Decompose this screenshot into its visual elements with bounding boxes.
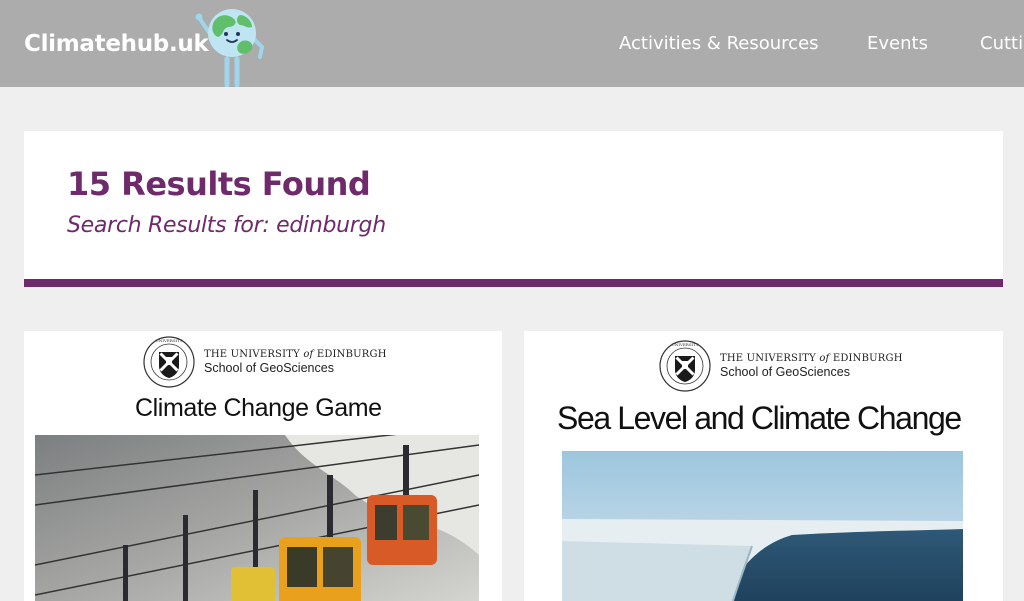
school-name: School of GeoSciences [204,361,334,375]
results-subtitle: Search Results for: edinburgh [67,213,386,238]
result-card[interactable]: UNIVERSITY THE UNIVERSITY of EDINBURGH S… [524,331,1003,601]
result-title[interactable]: Climate Change Game [135,394,382,423]
nav-link-events[interactable]: Events [867,33,928,54]
cable-car-photo[interactable] [35,435,479,601]
nav-link-cutti[interactable]: Cutti [980,33,1023,54]
university-branding: UNIVERSITY THE UNIVERSITY of EDINBURGH S… [658,339,903,393]
globe-mascot-icon [195,9,265,87]
nav-activities[interactable]: Activities & Resources [619,0,819,87]
results-count: 15 Results Found [67,165,371,203]
university-name: THE UNIVERSITY of EDINBURGH [720,353,903,364]
results-summary: 15 Results Found Search Results for: edi… [24,131,1003,287]
nav-link-activities[interactable]: Activities & Resources [619,33,819,54]
university-crest-icon: UNIVERSITY [659,340,711,392]
ice-shelf-photo[interactable] [562,451,963,601]
nav-events[interactable]: Events [867,0,928,87]
site-logo[interactable]: Climatehub.uk [24,31,209,57]
nav-cutti[interactable]: Cutti [980,0,1023,87]
svg-text:UNIVERSITY: UNIVERSITY [156,338,183,343]
university-name: THE UNIVERSITY of EDINBURGH [204,349,387,360]
university-crest-icon: UNIVERSITY [143,336,195,388]
university-branding: UNIVERSITY THE UNIVERSITY of EDINBURGH S… [142,335,387,389]
result-card[interactable]: UNIVERSITY THE UNIVERSITY of EDINBURGH S… [24,331,502,601]
result-title[interactable]: Sea Level and Climate Change [557,400,962,437]
site-header: Climatehub.uk Activities & Resources Eve… [0,0,1024,87]
svg-text:UNIVERSITY: UNIVERSITY [672,342,699,347]
school-name: School of GeoSciences [720,365,850,379]
